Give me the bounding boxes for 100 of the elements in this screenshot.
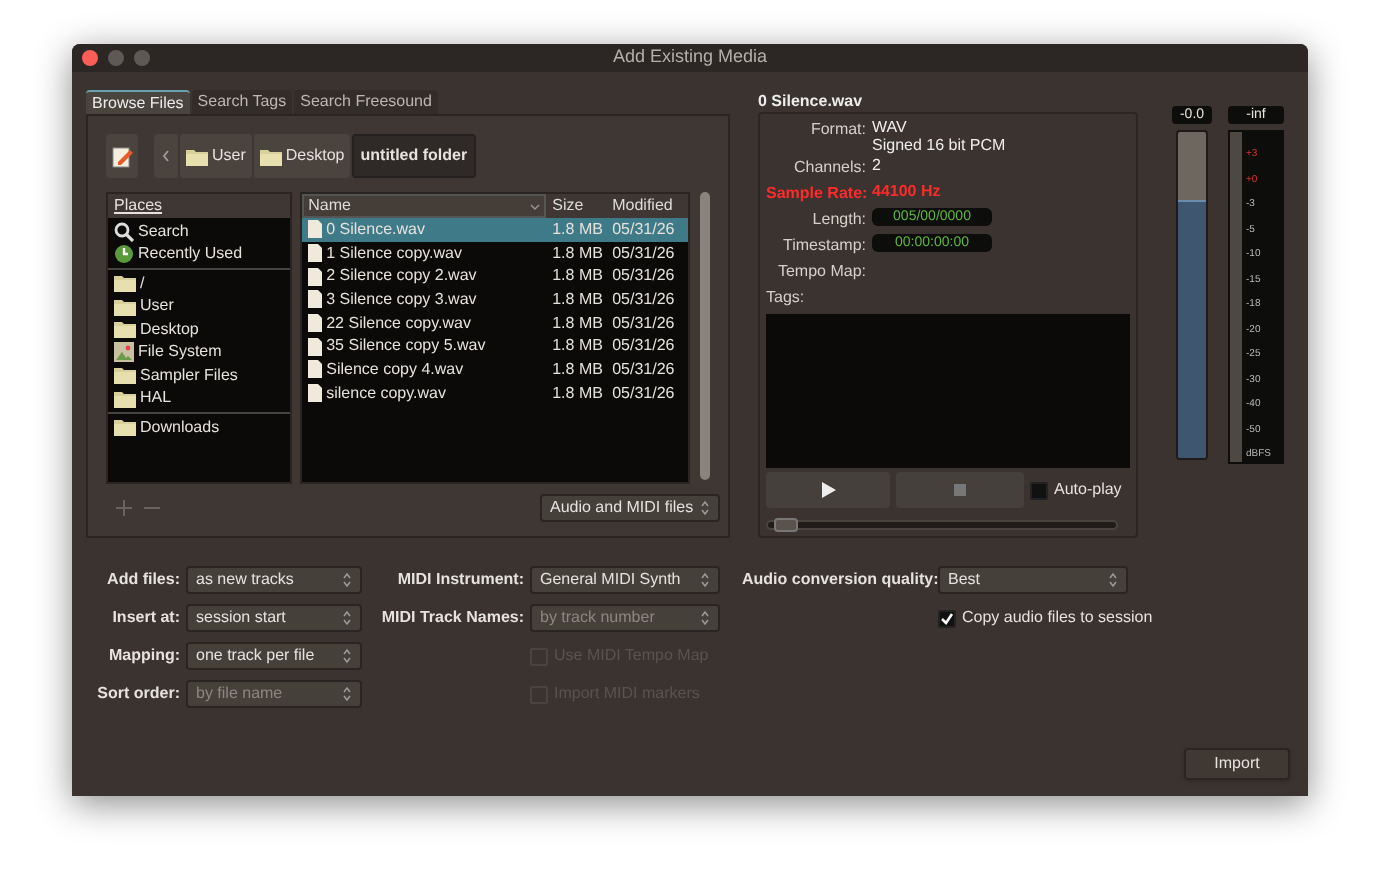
stepper-icon [342,686,352,702]
chevron-down-icon [530,203,541,209]
file-size: 1.8 MB [550,241,605,266]
place-item[interactable]: User [108,295,291,318]
dropdown[interactable]: session start [186,604,362,632]
stepper-icon [342,572,352,588]
folder-icon [259,147,282,165]
option-label: MIDI Track Names: [379,606,524,630]
slider-thumb[interactable] [774,518,799,532]
field-label: Timestamp: [781,234,866,258]
file-size: 1.8 MB [550,381,605,406]
checkbox[interactable] [1030,481,1048,499]
dropdown[interactable]: General MIDI Synth [530,566,720,594]
folder-icon [114,274,136,293]
file-row[interactable]: Silence copy 4.wav 1.8 MB 05/31/26 [302,358,689,382]
stepper-icon [342,648,352,664]
path-button[interactable]: Desktop [253,134,351,178]
place-item[interactable]: Downloads [108,416,291,439]
file-date: 05/31/26 [610,357,677,382]
file-name: 3 Silence copy 3.wav [326,287,477,312]
field-value: WAV Signed 16 bit PCM [872,118,1006,154]
field-label: Sample Rate: [766,182,866,206]
field-label: Channels: [791,156,866,180]
path-button[interactable]: User [180,134,252,178]
gain-fader[interactable] [1176,130,1208,460]
dropdown[interactable]: as new tracks [186,566,362,594]
file-name: silence copy.wav [326,381,446,406]
stepper-icon [700,610,710,626]
image-icon [114,342,134,363]
tab[interactable]: Search Freesound [294,90,438,114]
place-item[interactable]: Recently Used [108,243,291,266]
stepper-icon [700,500,710,516]
field-label: Length: [810,208,866,232]
option-label: Mapping: [106,644,180,668]
import-button[interactable]: Import [1184,748,1290,780]
file-row[interactable]: silence copy.wav 1.8 MB 05/31/26 [302,381,689,405]
field-value: 2 [872,156,881,174]
field-label: Tempo Map: [775,260,866,284]
file-date: 05/31/26 [610,264,677,289]
close-button[interactable] [82,50,98,66]
file-size: 1.8 MB [550,287,605,312]
scrollbar[interactable] [700,192,710,480]
stepper-icon [1108,572,1118,588]
folder-icon [186,147,208,165]
file-name: 0 Silence.wav [326,217,425,242]
column-header: Places [108,194,291,218]
column-header[interactable]: Name [302,194,547,218]
dropdown[interactable]: Best [938,566,1128,594]
place-item[interactable]: Sampler Files [108,364,291,387]
zoom-button[interactable] [134,50,150,66]
chevron-left-icon [162,150,170,162]
folder-icon [114,389,136,408]
place-item[interactable]: File System [108,341,291,364]
tab[interactable]: Browse Files [86,90,190,114]
checkmark-icon [940,611,954,625]
column-header[interactable]: Size [546,194,607,218]
checkbox-label: Copy audio files to session [962,606,1153,630]
file-date: 05/31/26 [610,241,677,266]
field-label: Format: [808,118,866,142]
place-item[interactable]: Desktop [108,318,291,341]
option-label: MIDI Instrument: [395,568,524,592]
dropdown[interactable]: Audio and MIDI files [540,494,720,522]
place-item[interactable]: HAL [108,387,291,410]
file-row[interactable]: 35 Silence copy 5.wav 1.8 MB 05/31/26 [302,334,689,359]
file-date: 05/31/26 [610,287,677,312]
clock-icon [114,244,134,265]
folder-icon [114,320,136,339]
play-icon [821,482,835,498]
folder-icon [114,418,136,437]
file-row[interactable]: 1 Silence copy.wav 1.8 MB 05/31/26 [302,241,689,265]
back-button[interactable] [154,134,178,178]
play-button[interactable] [766,472,890,508]
option-label: Audio conversion quality: [742,568,932,592]
file-size: 1.8 MB [550,357,605,382]
column-header[interactable]: Modified [606,194,679,218]
file-size: 1.8 MB [550,334,605,359]
place-item[interactable]: Search [108,220,291,243]
minimize-button[interactable] [108,50,124,66]
dropdown[interactable]: one track per file [186,642,362,670]
tags-field[interactable] [766,314,1130,468]
file-date: 05/31/26 [610,311,677,336]
edit-path-button[interactable] [106,134,138,178]
checkbox[interactable] [938,609,956,627]
file-date: 05/31/26 [610,217,677,242]
place-item[interactable]: / [108,272,291,295]
file-name: 35 Silence copy 5.wav [326,334,486,359]
file-name: 2 Silence copy 2.wav [326,264,477,289]
file-size: 1.8 MB [550,217,605,242]
tab[interactable]: Search Tags [191,90,293,114]
file-row[interactable]: 22 Silence copy.wav 1.8 MB 05/31/26 [302,311,689,335]
file-row[interactable]: 2 Silence copy 2.wav 1.8 MB 05/31/26 [302,264,689,289]
stepper-icon [342,610,352,626]
file-name: 1 Silence copy.wav [326,241,462,266]
option-label: Sort order: [95,682,180,706]
plus-icon[interactable] [116,500,132,516]
path-button[interactable]: untitled folder [352,134,476,178]
file-size: 1.8 MB [550,311,605,336]
seek-slider[interactable] [766,520,1118,530]
file-row[interactable]: 0 Silence.wav 1.8 MB 05/31/26 [302,218,689,242]
file-row[interactable]: 3 Silence copy 3.wav 1.8 MB 05/31/26 [302,288,689,312]
